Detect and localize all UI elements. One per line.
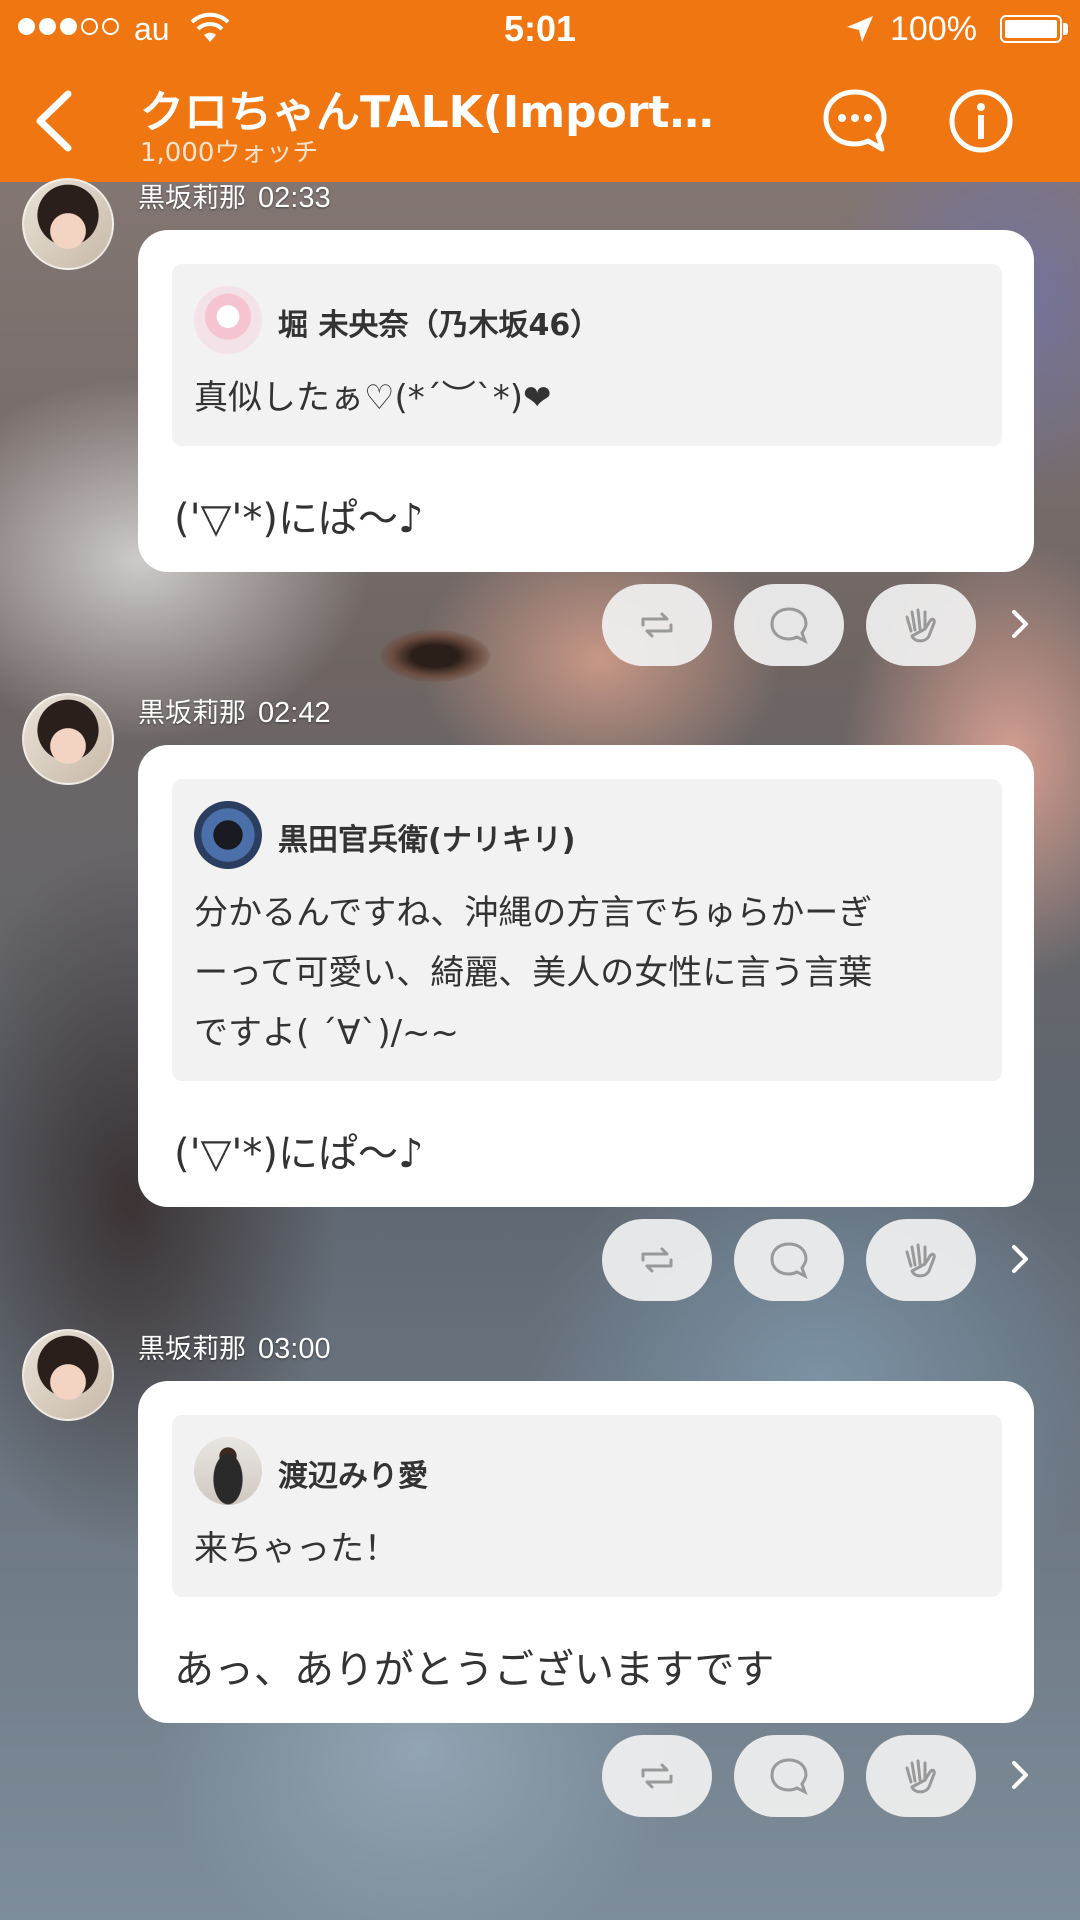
quote-text: 真似したぁ♡(*´︶`*)❤ bbox=[194, 378, 552, 418]
battery-cap bbox=[1063, 23, 1068, 35]
message-bubble[interactable]: 黒田官兵衛(ナリキリ) 分かるんですね、沖縄の方言でちゅらかーぎ ーって可愛い、… bbox=[138, 745, 1034, 1207]
author-name: 黒坂莉那 bbox=[138, 1334, 246, 1365]
quote-avatar bbox=[194, 801, 262, 869]
message-meta: 黒坂莉那 03:00 bbox=[138, 1327, 331, 1366]
quote-text: 来ちゃった！ bbox=[194, 1529, 398, 1569]
quote-avatar bbox=[194, 286, 262, 354]
quote-avatar bbox=[194, 1437, 262, 1505]
location-arrow-icon bbox=[847, 16, 873, 42]
message-time: 02:33 bbox=[258, 182, 331, 214]
battery-icon bbox=[1000, 15, 1062, 43]
clap-button[interactable] bbox=[866, 1219, 976, 1301]
avatar[interactable] bbox=[22, 693, 114, 785]
chevron-right-icon[interactable] bbox=[1005, 1755, 1035, 1795]
reply-text: ('▽'*)にぱ〜♪ bbox=[174, 496, 424, 542]
chevron-right-icon[interactable] bbox=[1005, 604, 1035, 644]
comment-button[interactable] bbox=[734, 1735, 844, 1817]
reply-text: あっ、ありがとうございますです bbox=[174, 1647, 775, 1693]
message-actions bbox=[0, 1219, 1080, 1301]
clap-icon bbox=[905, 1243, 936, 1278]
comment-icon bbox=[770, 1758, 808, 1796]
clap-icon bbox=[905, 1759, 936, 1794]
watch-count: 1,000ウォッチ bbox=[140, 138, 319, 168]
repost-icon bbox=[641, 612, 673, 638]
comment-button[interactable] bbox=[734, 584, 844, 666]
repost-button[interactable] bbox=[602, 1735, 712, 1817]
quote-author: 渡辺みり愛 bbox=[278, 1459, 428, 1494]
quoted-message[interactable]: 黒田官兵衛(ナリキリ) 分かるんですね、沖縄の方言でちゅらかーぎ ーって可愛い、… bbox=[172, 779, 1002, 1081]
message-meta: 黒坂莉那 02:33 bbox=[138, 176, 331, 215]
quote-author: 堀 未央奈（乃木坂46） bbox=[278, 308, 601, 343]
repost-icon bbox=[641, 1763, 673, 1789]
clap-icon bbox=[905, 608, 936, 643]
message-bubble[interactable]: 渡辺みり愛 来ちゃった！ あっ、ありがとうございますです bbox=[138, 1381, 1034, 1723]
repost-button[interactable] bbox=[602, 1219, 712, 1301]
comment-icon bbox=[770, 607, 808, 645]
info-icon[interactable] bbox=[948, 88, 1014, 154]
navigation-bar: クロちゃんTALK(Importan... 1,000ウォッチ bbox=[0, 58, 1080, 182]
page-title: クロちゃんTALK(Importan... bbox=[140, 87, 740, 138]
comment-icon bbox=[770, 1242, 808, 1280]
reply-text: ('▽'*)にぱ〜♪ bbox=[174, 1131, 424, 1177]
chat-bubble-icon[interactable] bbox=[820, 86, 890, 156]
clap-button[interactable] bbox=[866, 1735, 976, 1817]
quoted-message[interactable]: 堀 未央奈（乃木坂46） 真似したぁ♡(*´︶`*)❤ bbox=[172, 264, 1002, 446]
quoted-message[interactable]: 渡辺みり愛 来ちゃった！ bbox=[172, 1415, 1002, 1597]
status-bar: au 5:01 100% bbox=[0, 0, 1080, 58]
avatar[interactable] bbox=[22, 1329, 114, 1421]
message-time: 02:42 bbox=[258, 697, 331, 729]
message-actions bbox=[0, 1735, 1080, 1817]
repost-icon bbox=[641, 1247, 673, 1273]
message-actions bbox=[0, 584, 1080, 666]
avatar[interactable] bbox=[22, 178, 114, 270]
message-meta: 黒坂莉那 02:42 bbox=[138, 691, 331, 730]
comment-button[interactable] bbox=[734, 1219, 844, 1301]
repost-button[interactable] bbox=[602, 584, 712, 666]
battery-percentage: 100% bbox=[890, 10, 977, 48]
message-bubble[interactable]: 堀 未央奈（乃木坂46） 真似したぁ♡(*´︶`*)❤ ('▽'*)にぱ〜♪ bbox=[138, 230, 1034, 572]
clap-button[interactable] bbox=[866, 584, 976, 666]
message-time: 03:00 bbox=[258, 1333, 331, 1365]
chevron-right-icon[interactable] bbox=[1005, 1239, 1035, 1279]
author-name: 黒坂莉那 bbox=[138, 698, 246, 729]
author-name: 黒坂莉那 bbox=[138, 183, 246, 214]
back-arrow-icon[interactable] bbox=[24, 86, 84, 156]
quote-text: 分かるんですね、沖縄の方言でちゅらかーぎ ーって可愛い、綺麗、美人の女性に言う言… bbox=[194, 893, 873, 1053]
quote-author: 黒田官兵衛(ナリキリ) bbox=[278, 823, 576, 858]
